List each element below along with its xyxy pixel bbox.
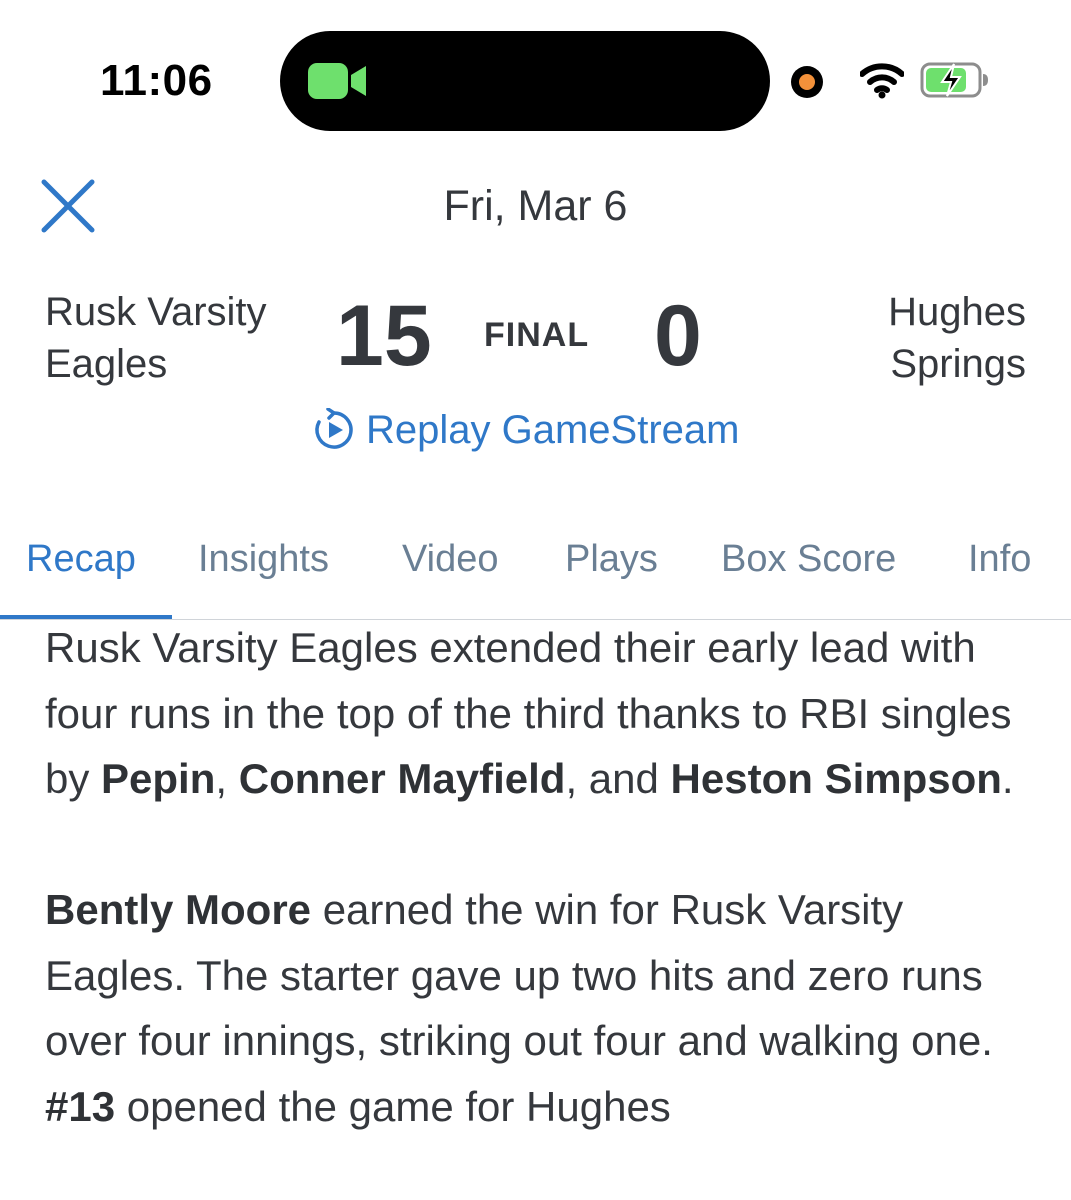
away-team-name: Hughes Springs xyxy=(826,286,1026,390)
recap-article: Rusk Varsity Eagles extended their early… xyxy=(45,615,1045,1200)
replay-gamestream-link[interactable]: Replay GameStream xyxy=(312,404,739,456)
away-score: 0 xyxy=(654,288,702,384)
game-date-title: Fri, Mar 6 xyxy=(443,182,628,230)
orange-dot-icon xyxy=(791,66,823,98)
player-name: #13 xyxy=(45,1082,116,1130)
replay-icon xyxy=(315,408,353,449)
tab-bar: Recap Insights Video Plays Box Score Inf… xyxy=(0,530,1071,620)
wifi-icon xyxy=(860,63,904,99)
away-team-line1: Hughes xyxy=(888,290,1026,334)
home-team-name: Rusk Varsity Eagles xyxy=(45,286,315,390)
player-name: Heston Simpson xyxy=(670,755,1002,802)
recap-paragraph: Rusk Varsity Eagles extended their early… xyxy=(45,615,1045,812)
battery-charging-icon xyxy=(920,62,988,98)
player-name: Conner Mayfield xyxy=(238,755,566,802)
recap-text: opened the game for Hughes xyxy=(115,1082,671,1130)
player-name: Bently Moore xyxy=(45,886,312,933)
replay-gamestream-label: Replay GameStream xyxy=(366,407,740,452)
tab-plays[interactable]: Plays xyxy=(565,538,658,581)
away-team-line2: Springs xyxy=(890,342,1026,386)
recap-text: . xyxy=(1001,755,1014,802)
tab-insights[interactable]: Insights xyxy=(198,538,329,581)
game-status: FINAL xyxy=(484,316,590,354)
recap-paragraph: Bently Moore earned the win for Rusk Var… xyxy=(45,877,1045,1139)
tab-recap[interactable]: Recap xyxy=(26,538,136,581)
tab-video[interactable]: Video xyxy=(402,538,499,581)
dynamic-island xyxy=(280,31,770,131)
player-name: Pepin xyxy=(101,755,216,802)
recap-text: , xyxy=(215,755,239,802)
tab-box-score[interactable]: Box Score xyxy=(721,538,896,581)
home-team-line1: Rusk Varsity xyxy=(45,290,267,334)
tab-info[interactable]: Info xyxy=(968,538,1031,581)
status-time: 11:06 xyxy=(100,56,213,105)
home-score: 15 xyxy=(336,288,432,384)
home-team-line2: Eagles xyxy=(45,342,168,386)
video-camera-icon xyxy=(308,63,366,99)
recap-text: , and xyxy=(565,755,671,802)
